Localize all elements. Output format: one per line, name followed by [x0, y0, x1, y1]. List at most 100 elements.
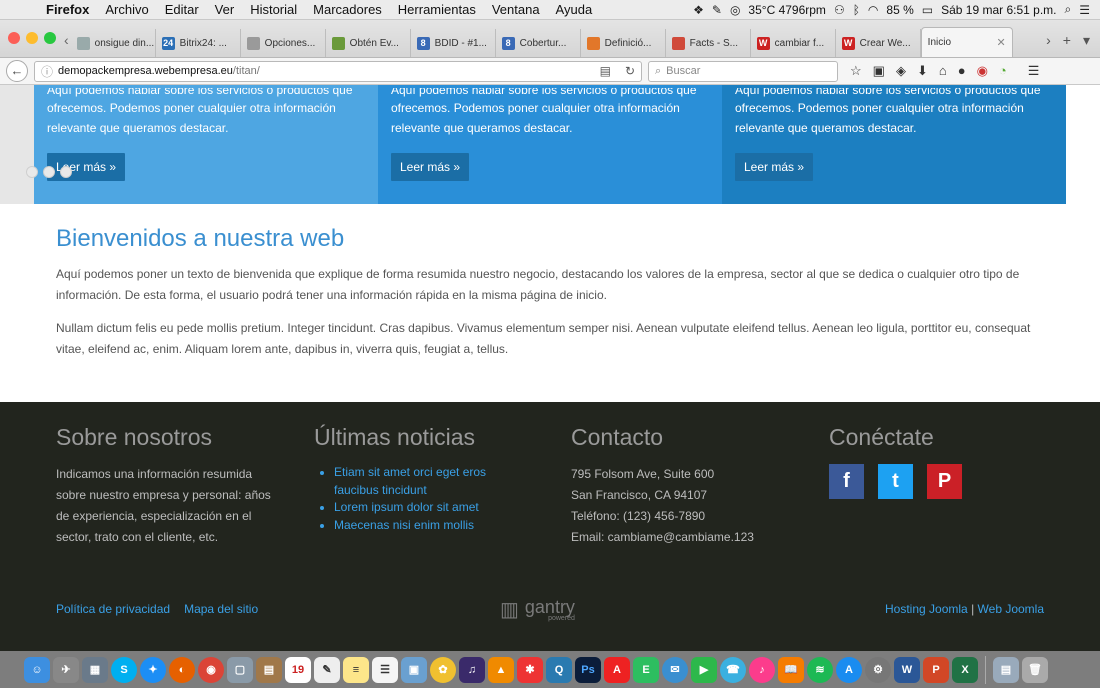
firefox-icon[interactable]: ◐ — [169, 656, 195, 683]
preview-icon[interactable]: ▢ — [227, 656, 253, 683]
menu-ayuda[interactable]: Ayuda — [548, 2, 601, 17]
photos-app-icon[interactable]: ▦ — [82, 656, 108, 683]
temperature-readout[interactable]: 35°C 4796rpm — [748, 3, 826, 17]
tab-9[interactable]: Wcambiar f... — [751, 29, 836, 57]
bookmark-star-icon[interactable]: ☆ — [850, 63, 862, 79]
facetime-icon[interactable]: ▶ — [691, 656, 717, 683]
spotlight-search-icon[interactable]: ⌕ — [1065, 2, 1072, 17]
tab-3[interactable]: Opciones... — [241, 29, 326, 57]
textedit-icon[interactable]: ✎ — [314, 656, 340, 683]
chat-icon[interactable]: ● — [958, 63, 966, 79]
calendar-icon[interactable]: 19 — [285, 656, 311, 683]
sync-extension-icon[interactable]: ◔ — [999, 63, 1007, 79]
ibooks-icon[interactable]: 📖 — [778, 656, 804, 683]
privacy-link[interactable]: Política de privacidad — [56, 602, 170, 616]
trash-icon[interactable]: 🗑 — [1022, 656, 1048, 683]
tab-2[interactable]: 24 Bitrix24: ... — [156, 29, 241, 57]
tab-4[interactable]: Obtén Ev... — [326, 29, 411, 57]
downloads-folder-icon[interactable]: ▤ — [993, 656, 1019, 683]
back-button[interactable]: ← — [6, 60, 28, 82]
word-icon[interactable]: W — [894, 656, 920, 683]
pinterest-icon[interactable]: P — [927, 464, 962, 499]
notes-icon[interactable]: ≡ — [343, 656, 369, 683]
tab-10[interactable]: W Crear We... — [836, 29, 921, 57]
menu-marcadores[interactable]: Marcadores — [305, 2, 390, 17]
menu-herramientas[interactable]: Herramientas — [390, 2, 484, 17]
popcorn-time-icon[interactable]: ✱ — [517, 656, 543, 683]
photos-icon[interactable]: ✿ — [430, 656, 456, 683]
menu-ver[interactable]: Ver — [207, 2, 243, 17]
sharing-icon[interactable]: ⚇ — [834, 3, 845, 17]
news-link-3[interactable]: Maecenas nisi enim mollis — [334, 517, 514, 535]
acrobat-icon[interactable]: A — [604, 656, 630, 683]
menu-ventana[interactable]: Ventana — [484, 2, 548, 17]
contacts-icon[interactable]: ▤ — [256, 656, 282, 683]
wifi-icon[interactable]: ◠ — [868, 3, 878, 17]
new-tab-icon[interactable]: + — [1063, 32, 1071, 49]
close-tab-icon[interactable]: ✕ — [996, 36, 1005, 49]
downloads-icon[interactable]: ⬇ — [917, 63, 928, 79]
evernote-dock-icon[interactable]: E — [633, 656, 659, 683]
url-bar[interactable]: ⓘ demopackempresa.webempresa.eu/titan/ ▤… — [34, 60, 642, 82]
reload-icon[interactable]: ↻ — [625, 64, 635, 78]
messages-icon[interactable]: ✉ — [662, 656, 688, 683]
notification-center-icon[interactable]: ☰ — [1079, 3, 1090, 17]
system-preferences-icon[interactable]: ⚙ — [865, 656, 891, 683]
menu-historial[interactable]: Historial — [242, 2, 305, 17]
quicktime-icon[interactable]: Q — [546, 656, 572, 683]
tab-scroll-left-icon[interactable]: ‹ — [64, 32, 71, 57]
news-link-2[interactable]: Lorem ipsum dolor sit amet — [334, 499, 514, 517]
tab-11[interactable]: Inicio ✕ — [920, 27, 1013, 57]
site-info-icon[interactable]: ⓘ — [41, 63, 53, 80]
image-capture-icon[interactable]: ▣ — [401, 656, 427, 683]
slider-dot-1[interactable] — [26, 166, 38, 178]
slider-dot-3[interactable] — [60, 166, 72, 178]
safari-icon[interactable]: ✦ — [140, 656, 166, 683]
powerpoint-icon[interactable]: P — [923, 656, 949, 683]
twitter-icon[interactable]: t — [878, 464, 913, 499]
news-link-1[interactable]: Etiam sit amet orci eget eros faucibus t… — [334, 464, 514, 499]
tab-7[interactable]: Definició... — [581, 29, 666, 57]
bluetooth-icon[interactable]: ᛒ — [853, 3, 860, 17]
dropbox-icon[interactable]: ❖ — [693, 3, 704, 17]
reminders-icon[interactable]: ☰ — [372, 656, 398, 683]
battery-percent[interactable]: 85 % — [886, 3, 913, 17]
hosting-joomla-link[interactable]: Hosting Joomla — [885, 602, 968, 616]
sitemap-link[interactable]: Mapa del sitio — [184, 602, 258, 616]
excel-icon[interactable]: X — [952, 656, 978, 683]
tab-1[interactable]: onsigue din... — [71, 29, 156, 57]
menu-icon[interactable]: ☰ — [1028, 63, 1040, 79]
web-joomla-link[interactable]: Web Joomla — [978, 602, 1044, 616]
minimize-window-button[interactable] — [26, 32, 38, 44]
slider-dot-2[interactable] — [43, 166, 55, 178]
itunes-icon[interactable]: ♪ — [749, 656, 775, 683]
chrome-icon[interactable]: ◉ — [198, 656, 224, 683]
gantry-logo[interactable]: ▥ gantry powered — [500, 597, 575, 622]
chat-app-icon[interactable]: ☎ — [720, 656, 746, 683]
evernote-icon[interactable]: ✎ — [712, 3, 722, 17]
photoshop-icon[interactable]: Ps — [575, 656, 601, 683]
menubar-clock[interactable]: Sáb 19 mar 6:51 p.m. — [941, 3, 1056, 17]
tab-list-icon[interactable]: ▾ — [1083, 32, 1090, 49]
finder-icon[interactable]: ☺ — [24, 656, 50, 683]
app-store-icon[interactable]: A — [836, 656, 862, 683]
launchpad-icon[interactable]: ✈ — [53, 656, 79, 683]
facebook-icon[interactable]: f — [829, 464, 864, 499]
sync-icon[interactable]: ◎ — [730, 3, 740, 17]
tab-5[interactable]: 8 BDID - #1... — [411, 29, 496, 57]
tab-6[interactable]: 8 Cobertur... — [496, 29, 581, 57]
close-window-button[interactable] — [8, 32, 20, 44]
search-input[interactable]: ⌕ Buscar — [648, 60, 838, 82]
home-icon[interactable]: ⌂ — [939, 63, 947, 79]
skype-icon[interactable]: S — [111, 656, 137, 683]
menu-app-firefox[interactable]: Firefox — [38, 2, 97, 17]
pocket-icon[interactable]: ◈ — [896, 63, 906, 79]
vlc-icon[interactable]: ▲ — [488, 656, 514, 683]
tab-scroll-right-icon[interactable]: › — [1046, 32, 1051, 49]
battery-icon[interactable]: ▭ — [922, 3, 933, 17]
spotify-icon[interactable]: ≋ — [807, 656, 833, 683]
podcast-icon[interactable]: ♫ — [459, 656, 485, 683]
menu-archivo[interactable]: Archivo — [97, 2, 156, 17]
tab-8[interactable]: Facts - S... — [666, 29, 751, 57]
bookmarks-list-icon[interactable]: ▣ — [873, 63, 885, 79]
